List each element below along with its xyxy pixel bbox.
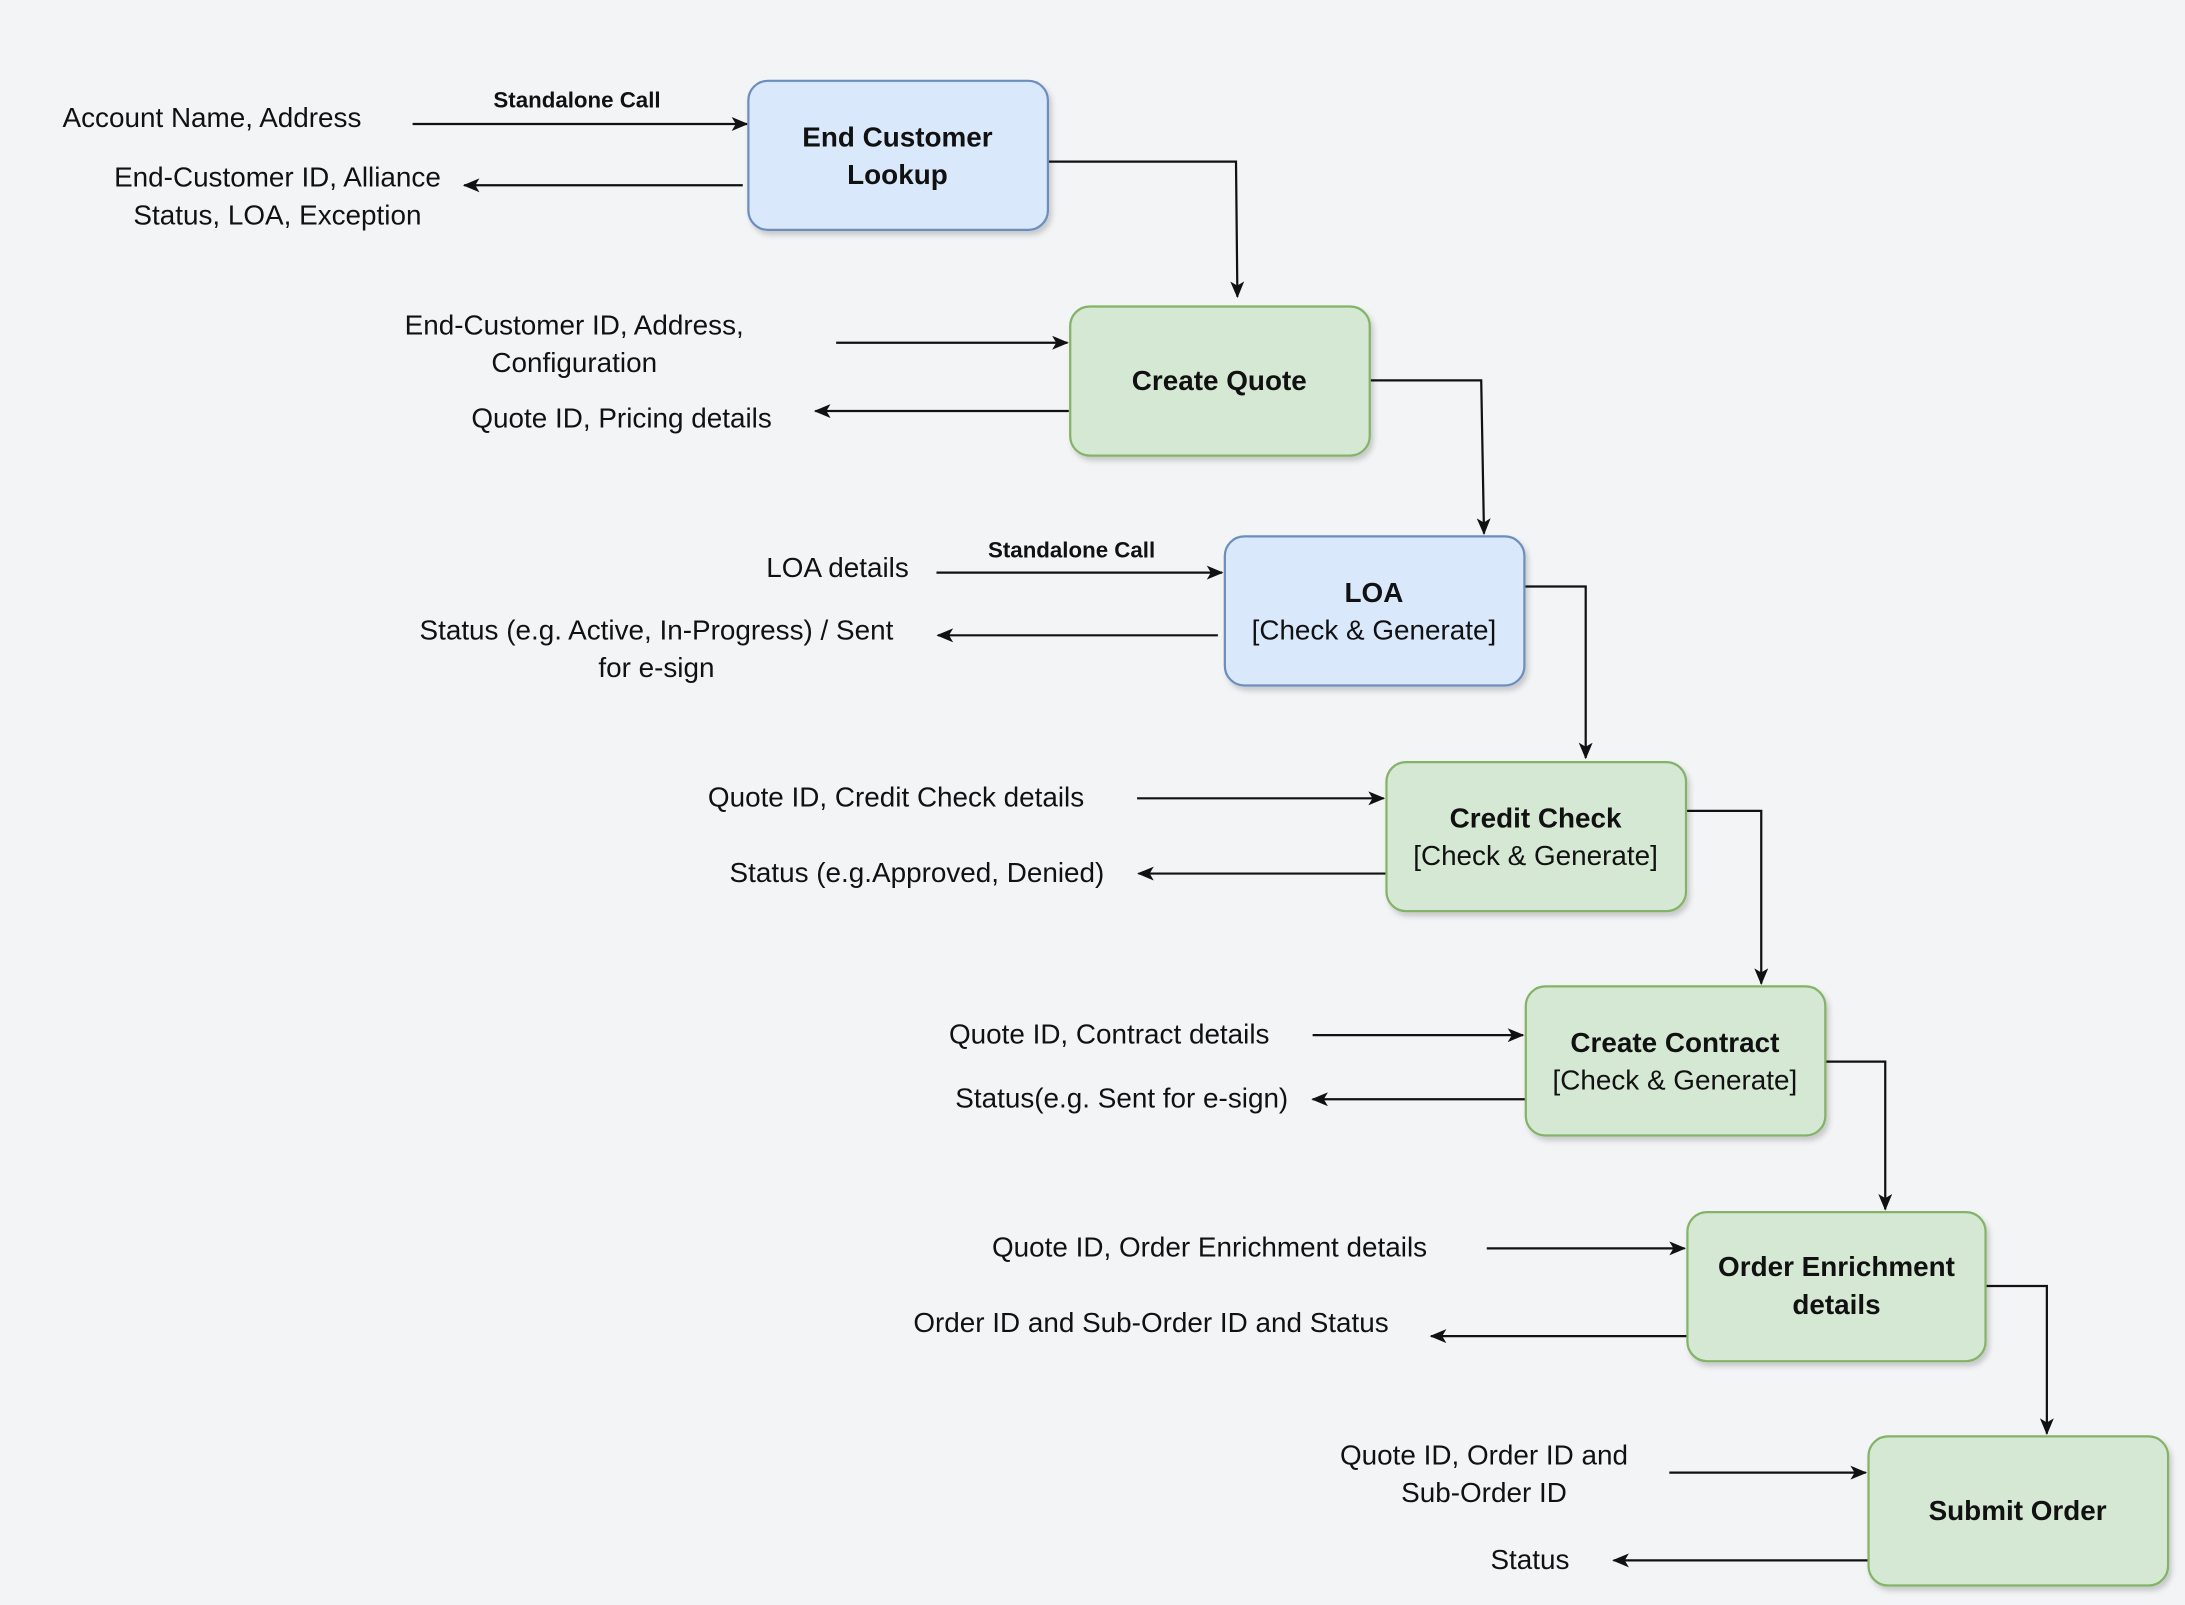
output-label: Status (e.g.Approved, Denied) [730,857,1105,888]
input-label: Quote ID, Contract details [949,1019,1270,1050]
standalone-call-label: Standalone Call [493,87,660,112]
step-box[interactable] [1223,535,1526,687]
canvas-background [0,0,2185,1605]
step-subtitle: [Check & Generate] [1413,840,1658,871]
input-label: Quote ID, Order Enrichment details [992,1232,1427,1263]
step-title: LOA [1345,577,1404,608]
output-label: Quote ID, Pricing details [471,403,771,434]
step-box[interactable] [747,79,1050,231]
input-label: Quote ID, Credit Check details [708,782,1084,813]
step-title: Create Quote [1132,365,1307,396]
step-subtitle: [Check & Generate] [1252,614,1497,645]
step-title: Create Contract [1570,1027,1779,1058]
step-title: Submit Order [1929,1495,2107,1526]
input-label: Account Name, Address [63,102,362,133]
step-title: Credit Check [1450,803,1622,834]
input-label: LOA details [766,552,908,583]
output-label: Status [1490,1544,1569,1575]
flow-diagram: Standalone Call Account Name, Address En… [0,0,2185,1605]
step-subtitle: [Check & Generate] [1553,1065,1798,1096]
step-box[interactable] [1385,760,1688,913]
step-box[interactable] [1686,1210,1987,1363]
step-box[interactable] [1524,985,1827,1137]
output-label: Order ID and Sub-Order ID and Status [913,1307,1388,1338]
standalone-call-label: Standalone Call [988,537,1155,562]
output-label: Status(e.g. Sent for e-sign) [955,1083,1288,1114]
